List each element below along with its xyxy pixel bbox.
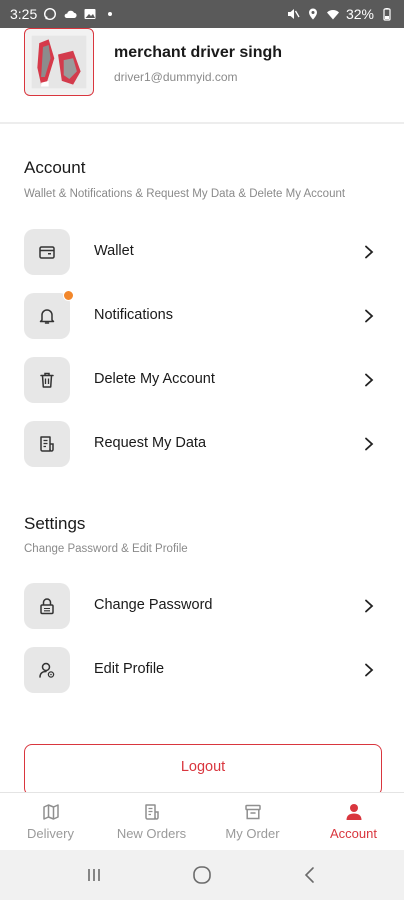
shoe-product-image bbox=[26, 30, 92, 94]
notification-dot bbox=[63, 290, 74, 301]
edit-profile-label: Edit Profile bbox=[94, 661, 165, 677]
user-edit-icon bbox=[24, 647, 70, 693]
document-icon bbox=[24, 421, 70, 467]
back-button[interactable] bbox=[290, 855, 330, 895]
nav-account[interactable]: Account bbox=[303, 793, 404, 850]
archive-icon bbox=[244, 804, 261, 820]
wallet-menu-item[interactable]: Wallet bbox=[0, 224, 404, 280]
nav-delivery-label: Delivery bbox=[27, 826, 74, 841]
status-time: 3:25 bbox=[10, 6, 38, 22]
person-icon bbox=[346, 804, 361, 820]
profile-header: merchant driver singh driver1@dummyid.co… bbox=[0, 28, 404, 124]
recent-apps-icon bbox=[88, 869, 100, 881]
profile-name: merchant driver singh bbox=[114, 44, 283, 61]
chevron-right-icon bbox=[362, 373, 376, 387]
nav-new-orders[interactable]: New Orders bbox=[101, 793, 202, 850]
trash-icon bbox=[24, 357, 70, 403]
avatar[interactable] bbox=[24, 28, 94, 96]
bell-icon bbox=[24, 290, 74, 339]
receipt-icon bbox=[144, 804, 159, 820]
edit-profile-menu-item[interactable]: Edit Profile bbox=[0, 642, 404, 698]
bottom-navigation: Delivery New Orders My Order Account bbox=[0, 792, 404, 850]
nav-my-order-label: My Order bbox=[225, 826, 280, 841]
battery-icon bbox=[380, 7, 394, 21]
image-icon bbox=[83, 7, 97, 21]
wallet-label: Wallet bbox=[94, 243, 134, 259]
map-icon bbox=[42, 804, 59, 820]
location-icon bbox=[306, 7, 320, 21]
wallet-icon bbox=[24, 229, 70, 275]
chevron-right-icon bbox=[362, 663, 376, 677]
delete-account-menu-item[interactable]: Delete My Account bbox=[0, 352, 404, 408]
logout-label: Logout bbox=[180, 759, 226, 775]
cloud-icon bbox=[63, 7, 77, 21]
chevron-right-icon bbox=[362, 245, 376, 259]
request-data-menu-item[interactable]: Request My Data bbox=[0, 416, 404, 472]
dot-icon bbox=[103, 7, 117, 21]
change-password-label: Change Password bbox=[94, 597, 213, 613]
header-divider bbox=[0, 122, 404, 124]
change-password-menu-item[interactable]: Change Password bbox=[0, 578, 404, 634]
lock-icon bbox=[24, 583, 70, 629]
status-left: 3:25 bbox=[10, 6, 117, 22]
notifications-menu-item[interactable]: Notifications bbox=[0, 288, 404, 344]
settings-section-title: Settings bbox=[24, 514, 86, 533]
status-bar: 3:25 32% bbox=[0, 0, 404, 28]
whatsapp-icon bbox=[43, 7, 57, 21]
nav-my-order[interactable]: My Order bbox=[202, 793, 303, 850]
account-section-subtitle: Wallet & Notifications & Request My Data… bbox=[24, 188, 346, 200]
request-data-label: Request My Data bbox=[94, 435, 207, 451]
nav-delivery[interactable]: Delivery bbox=[0, 793, 101, 850]
home-icon bbox=[193, 866, 211, 884]
battery-percent: 32% bbox=[345, 6, 374, 22]
logout-button[interactable]: Logout bbox=[24, 744, 382, 796]
notifications-label: Notifications bbox=[94, 307, 173, 323]
nav-account-label: Account bbox=[330, 826, 377, 841]
settings-section-subtitle: Change Password & Edit Profile bbox=[24, 543, 188, 555]
chevron-right-icon bbox=[362, 437, 376, 451]
chevron-right-icon bbox=[362, 599, 376, 613]
nav-new-orders-label: New Orders bbox=[116, 826, 187, 841]
status-right: 32% bbox=[286, 6, 394, 22]
system-navigation-bar bbox=[0, 850, 404, 900]
profile-email: driver1@dummyid.com bbox=[114, 70, 238, 84]
account-section-title: Account bbox=[24, 158, 86, 177]
delete-account-label: Delete My Account bbox=[94, 371, 215, 387]
back-icon bbox=[304, 867, 314, 883]
home-button[interactable] bbox=[182, 855, 222, 895]
chevron-right-icon bbox=[362, 309, 376, 323]
mute-icon bbox=[286, 7, 300, 21]
recent-apps-button[interactable] bbox=[74, 855, 114, 895]
wifi-icon bbox=[326, 7, 340, 21]
